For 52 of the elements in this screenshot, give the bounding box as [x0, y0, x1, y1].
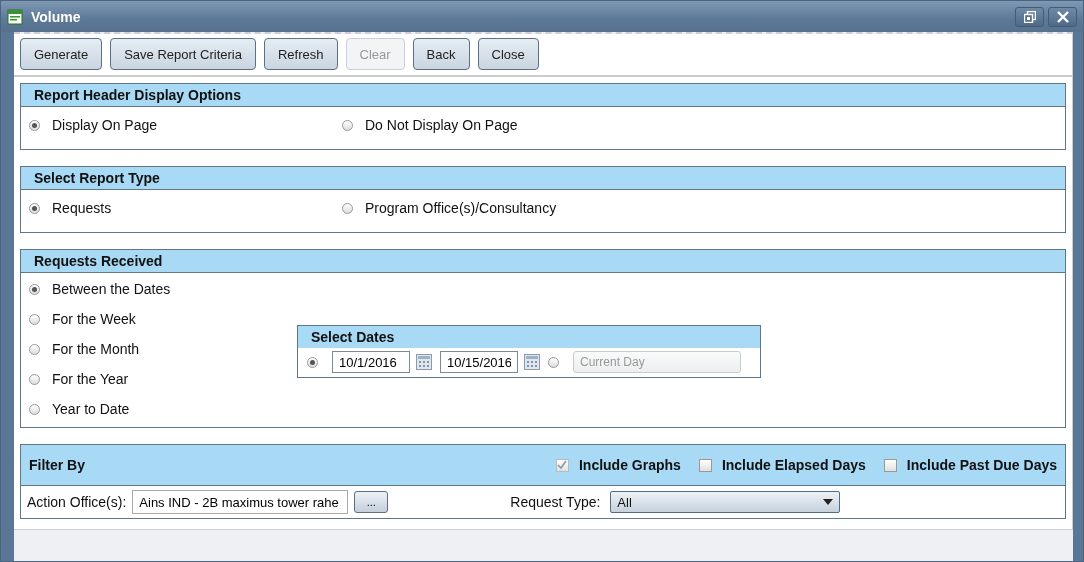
section-header: Requests Received: [21, 250, 1065, 273]
field-label: Action Office(s):: [27, 494, 127, 510]
window-icon: [7, 8, 23, 25]
preset-value: Current Day: [580, 355, 645, 369]
checkbox[interactable]: [883, 458, 897, 472]
toolbar-button[interactable]: Generate: [20, 38, 103, 70]
option-label: Do Not Display On Page: [365, 117, 518, 133]
action-office-field[interactable]: Ains IND - 2B maximus tower rahe: [132, 490, 349, 514]
checkbox-label: Include Graphs: [578, 457, 681, 473]
radio-button[interactable]: [29, 283, 40, 295]
radio-button[interactable]: [548, 356, 559, 368]
option-label: For the Year: [52, 371, 129, 387]
radio-button[interactable]: [29, 202, 40, 214]
toolbar-button[interactable]: Save Report Criteria: [110, 38, 256, 70]
toolbar-button[interactable]: Close: [477, 38, 539, 70]
radio-button[interactable]: [29, 313, 40, 325]
select-dates-header: Select Dates: [298, 326, 760, 348]
section-header: Select Report Type: [21, 167, 1065, 190]
option-label: For the Week: [52, 311, 136, 327]
radio-button[interactable]: [307, 356, 318, 368]
date-field[interactable]: 10/15/2016: [440, 351, 518, 373]
radio-button[interactable]: [29, 119, 40, 131]
window-title: Volume: [31, 8, 81, 25]
close-icon: [1056, 10, 1069, 23]
radio-button[interactable]: [29, 403, 40, 415]
checkbox[interactable]: [698, 458, 712, 472]
option-label: Year to Date: [52, 401, 130, 417]
filter-title: Filter By: [29, 457, 85, 473]
radio-button[interactable]: [29, 343, 40, 355]
restore-button[interactable]: [1015, 6, 1044, 27]
toolbar-button[interactable]: Refresh: [264, 38, 338, 70]
calendar-icon[interactable]: [524, 354, 540, 370]
radio-button[interactable]: [342, 119, 353, 131]
option-label: For the Month: [52, 341, 140, 357]
option-label: Between the Dates: [52, 281, 171, 297]
option-label: Requests: [52, 200, 112, 216]
checkbox-label: Include Elapsed Days: [721, 457, 866, 473]
option-label: Program Office(s)/Consultancy: [365, 200, 557, 216]
checkbox-label: Include Past Due Days: [906, 457, 1057, 473]
field-label: Request Type:: [510, 494, 601, 510]
option-label: Display On Page: [52, 117, 158, 133]
calendar-icon[interactable]: [416, 354, 432, 370]
close-button[interactable]: [1048, 6, 1077, 27]
caret-icon: [823, 499, 834, 505]
date-field[interactable]: 10/1/2016: [332, 351, 410, 373]
section-header: Report Header Display Options: [21, 84, 1065, 107]
restore-icon: [1023, 10, 1036, 23]
request-type-dropdown[interactable]: All: [610, 491, 841, 513]
radio-button[interactable]: [29, 373, 40, 385]
browse-button[interactable]: ...: [354, 491, 389, 513]
toolbar-button[interactable]: Back: [412, 38, 470, 70]
radio-button[interactable]: [342, 202, 353, 214]
